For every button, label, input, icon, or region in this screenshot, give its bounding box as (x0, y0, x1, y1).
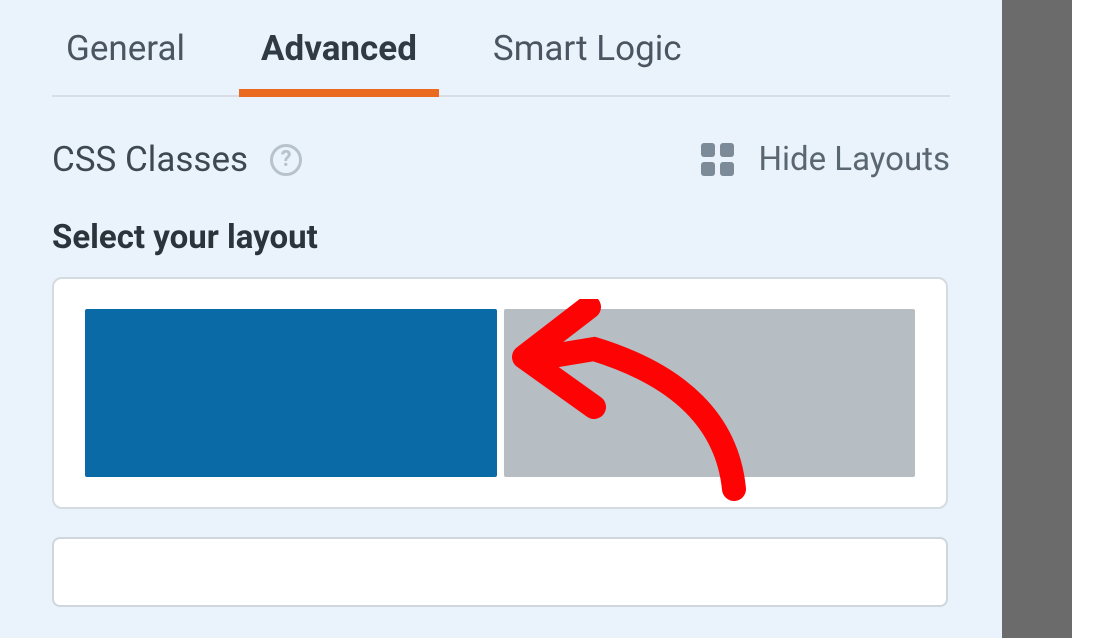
layout-column-left[interactable] (85, 309, 497, 477)
layout-preview-card (52, 277, 948, 509)
grid-icon (701, 143, 734, 176)
hide-layouts-label: Hide Layouts (758, 140, 950, 179)
layout-option-row[interactable] (52, 537, 948, 607)
hide-layouts-button[interactable]: Hide Layouts (701, 140, 950, 179)
tab-smart-logic[interactable]: Smart Logic (479, 18, 696, 95)
help-icon[interactable]: ? (270, 144, 302, 176)
white-edge (1072, 0, 1116, 638)
layout-column-right[interactable] (504, 309, 916, 477)
select-layout-heading: Select your layout (52, 218, 1002, 257)
tab-advanced[interactable]: Advanced (247, 18, 431, 95)
tab-general[interactable]: General (52, 18, 199, 95)
tabs-bar: General Advanced Smart Logic (52, 0, 950, 97)
css-classes-row: CSS Classes ? Hide Layouts (52, 139, 950, 180)
css-classes-label: CSS Classes (52, 139, 248, 180)
side-strip (1002, 0, 1072, 638)
